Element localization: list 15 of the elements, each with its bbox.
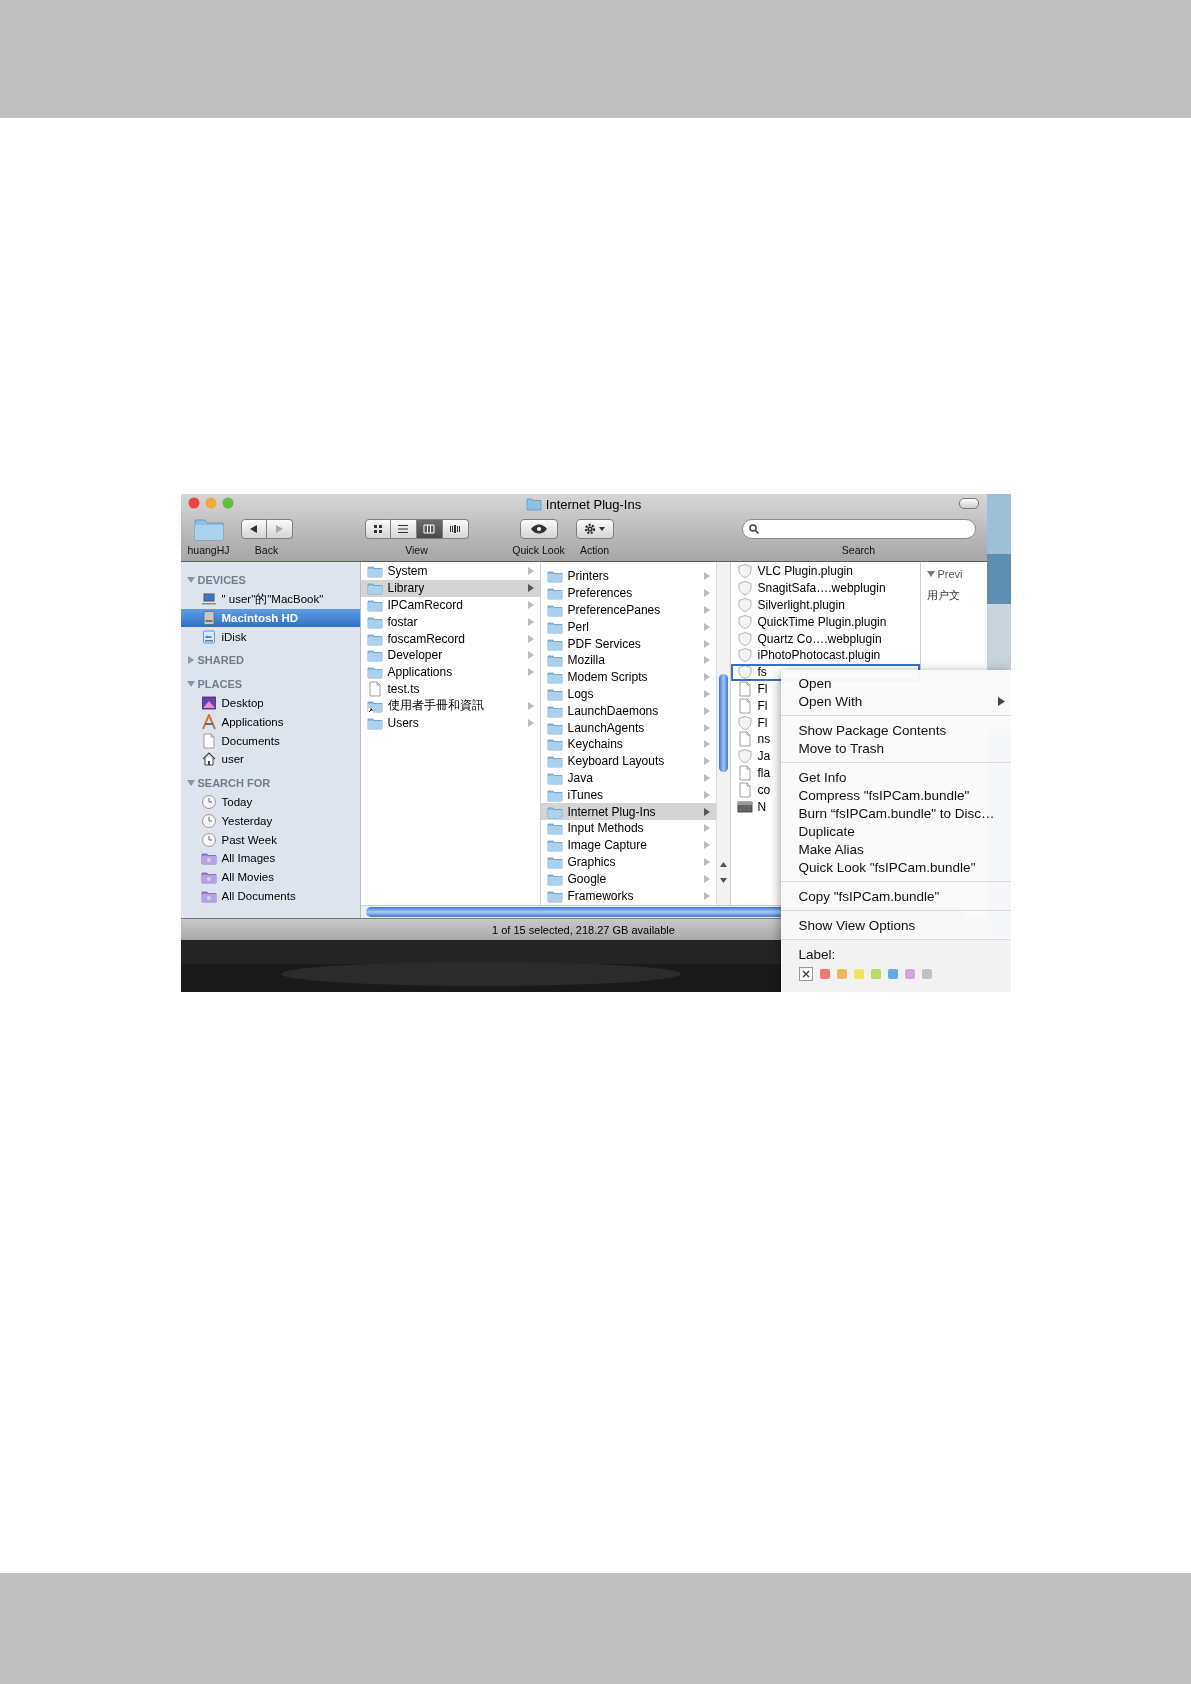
toolbar-label: Back bbox=[254, 544, 279, 556]
section-header: SEARCH FOR bbox=[197, 776, 271, 789]
section-header: PLACES bbox=[197, 678, 243, 691]
preview-header: Previ bbox=[937, 568, 963, 580]
status-text: 1 of 15 selected, 218.27 GB available bbox=[492, 923, 675, 936]
toolbar-label: Action bbox=[579, 544, 610, 556]
toolbar-label: huangHJ bbox=[187, 544, 230, 556]
toolbar-label: Quick Look bbox=[512, 544, 565, 556]
section-header: DEVICES bbox=[197, 574, 246, 586]
window-title: Internet Plug-Ins bbox=[545, 496, 642, 512]
toolbar-label: Search bbox=[841, 544, 876, 556]
toolbar-label: View bbox=[405, 544, 428, 556]
preview-caption: 用户文 bbox=[926, 588, 961, 603]
menu-header: Label: bbox=[798, 946, 836, 962]
section-header: SHARED bbox=[197, 654, 244, 667]
